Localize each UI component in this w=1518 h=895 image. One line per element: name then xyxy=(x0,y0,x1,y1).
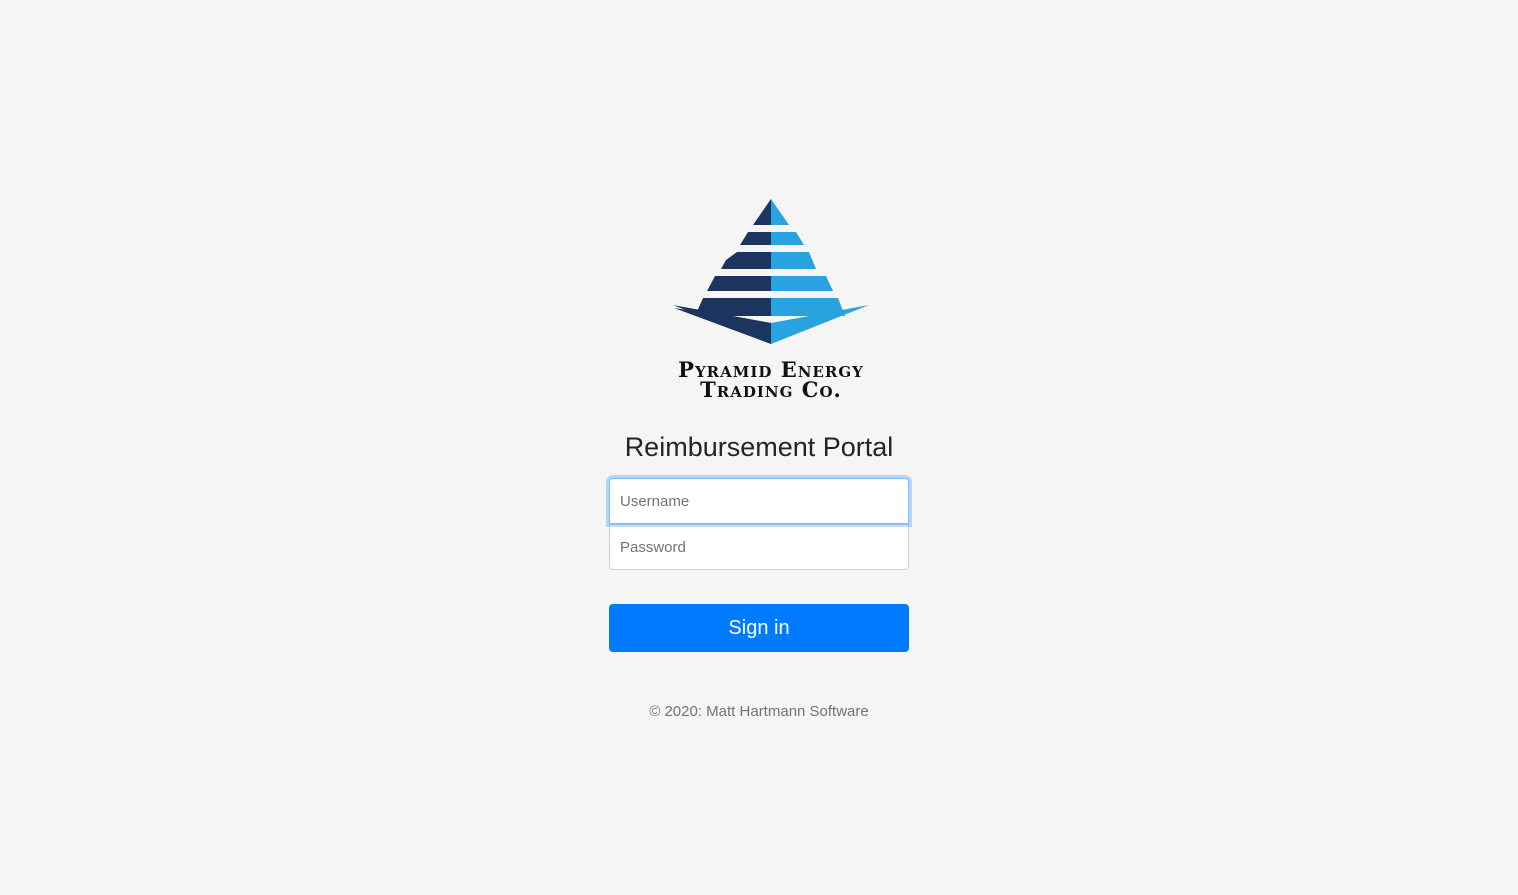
brand-name-line-2: Trading Co. xyxy=(700,377,842,402)
page-title: Reimbursement Portal xyxy=(624,432,894,462)
copyright-footer: © 2020: Matt Hartmann Software xyxy=(649,703,869,720)
pyramid-logo-icon xyxy=(673,199,869,344)
sign-in-button[interactable]: Sign in xyxy=(609,604,909,652)
password-input[interactable] xyxy=(609,524,909,570)
login-page: Pyramid Energy Trading Co. Reimbursement… xyxy=(0,0,1518,895)
company-logo: Pyramid Energy Trading Co. xyxy=(659,190,883,410)
username-input[interactable] xyxy=(609,478,909,524)
